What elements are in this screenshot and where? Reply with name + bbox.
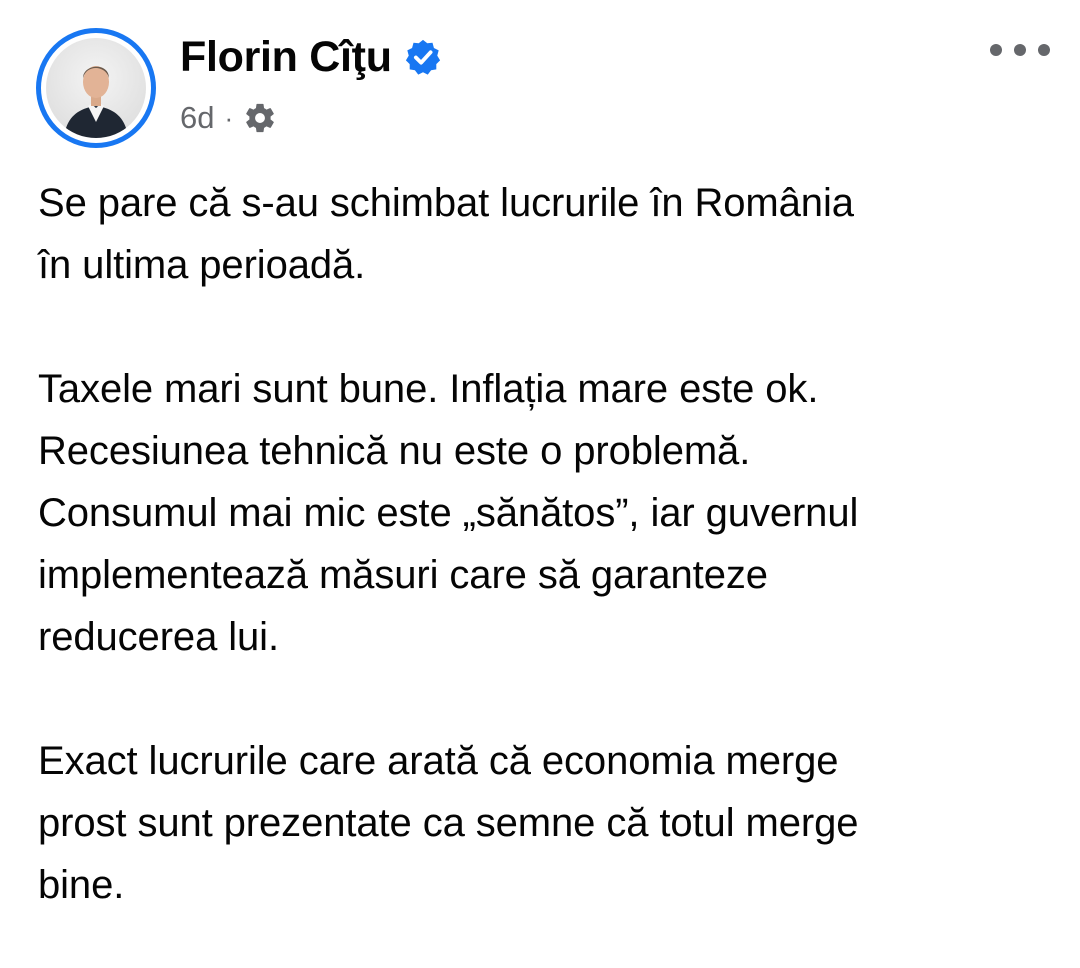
text-line: Recesiunea tehnică nu este o problemă. [38,429,751,473]
author-avatar[interactable] [36,28,156,148]
facebook-post: Florin Cîţu 6d · Se pare că s-au schimba… [0,0,1080,968]
text-line: Se pare că s-au schimbat lucrurile în Ro… [38,181,854,225]
separator-dot: · [224,102,234,133]
more-options-button[interactable] [990,34,1050,66]
verified-badge-icon [405,39,440,75]
dot-icon [1038,44,1050,56]
timestamp[interactable]: 6d [180,100,214,136]
dot-icon [1014,44,1026,56]
text-line: Taxele mari sunt bune. Inflația mare est… [38,367,819,411]
dot-icon [990,44,1002,56]
text-line: în ultima perioadă. [38,243,366,287]
text-line: Exact lucrurile care arată că economia m… [38,739,839,783]
post-paragraph: Exact lucrurile care arată că economia m… [38,730,1048,916]
post-meta: 6d · [180,96,277,140]
post-body: Se pare că s-au schimbat lucrurile în Ro… [38,172,1048,916]
author-name-text[interactable]: Florin Cîţu [180,32,392,82]
author-name[interactable]: Florin Cîţu [180,32,442,82]
avatar [46,38,146,138]
post-paragraph: Se pare că s-au schimbat lucrurile în Ro… [38,172,1048,296]
text-line: implementează măsuri care să garanteze [38,553,768,597]
text-line: prost sunt prezentate ca semne că totul … [38,801,859,845]
text-line: reducerea lui. [38,615,279,659]
text-line: Consumul mai mic este „sănătos”, iar guv… [38,491,859,535]
text-line: bine. [38,863,125,907]
gear-icon[interactable] [243,101,277,135]
post-paragraph: Taxele mari sunt bune. Inflația mare est… [38,358,1048,668]
